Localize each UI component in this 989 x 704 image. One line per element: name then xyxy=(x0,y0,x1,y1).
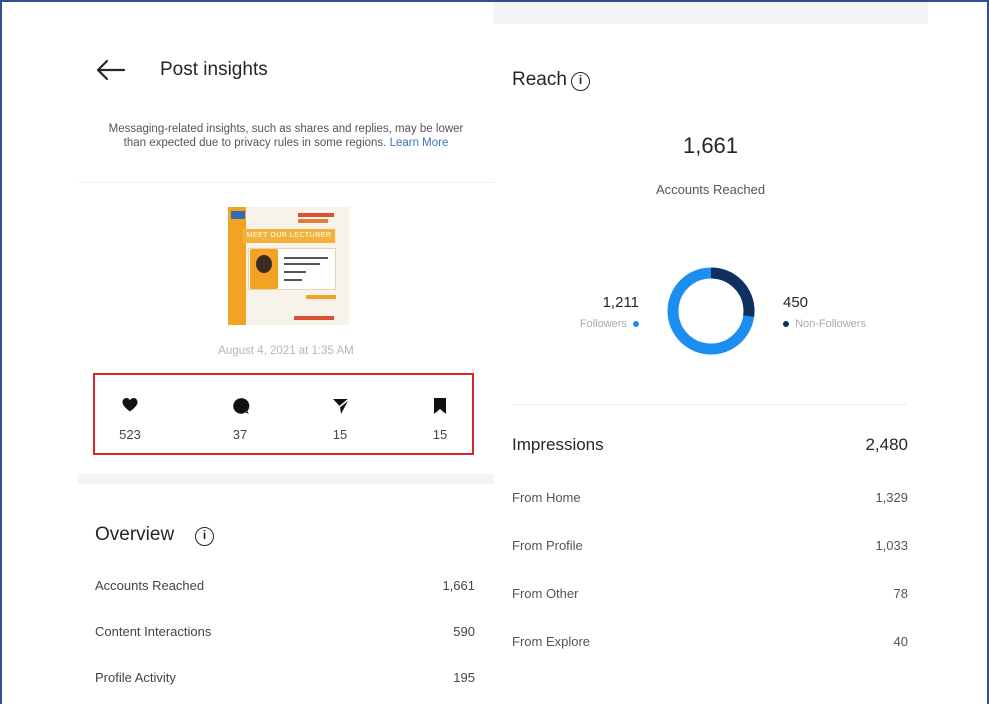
impressions-row[interactable]: From Explore 40 xyxy=(512,634,908,654)
thumbnail-tag xyxy=(294,316,334,320)
thumbnail-line xyxy=(284,279,302,281)
thumbnail-person xyxy=(256,255,272,273)
impressions-row[interactable]: From Home 1,329 xyxy=(512,490,908,510)
thumbnail-line xyxy=(284,257,328,259)
followers-dot xyxy=(633,321,639,328)
engagement-metrics: 523 37 15 15 xyxy=(93,373,474,455)
reach-title: Reach xyxy=(512,69,567,90)
divider xyxy=(78,182,494,183)
thumbnail-line xyxy=(284,263,320,265)
impressions-total: 2,480 xyxy=(865,435,908,454)
overview-row-value: 590 xyxy=(453,624,475,639)
thumbnail-tag xyxy=(298,213,334,217)
overview-row-label: Accounts Reached xyxy=(95,578,205,593)
overview-title: Overview xyxy=(95,524,175,545)
impressions-row-label: From Explore xyxy=(512,634,591,649)
reach-panel: Reach i 1,661 Accounts Reached 1,211 Fol… xyxy=(493,2,933,704)
comment-icon xyxy=(233,398,250,414)
section-separator xyxy=(78,474,494,484)
info-icon[interactable]: i xyxy=(571,72,590,91)
impressions-row[interactable]: From Profile 1,033 xyxy=(512,538,908,558)
impressions-row-label: From Other xyxy=(512,586,579,601)
heart-icon xyxy=(122,398,138,412)
divider xyxy=(512,404,907,405)
share-icon xyxy=(333,398,350,414)
learn-more-link[interactable]: Learn More xyxy=(390,137,449,149)
thumbnail-tag xyxy=(298,219,328,223)
thumbnail-tag xyxy=(306,295,336,299)
likes-count: 523 xyxy=(119,427,141,442)
non-followers-dot xyxy=(783,321,789,328)
thumbnail-logo xyxy=(231,211,245,219)
reach-total-label: Accounts Reached xyxy=(655,182,766,197)
comments-metric[interactable]: 37 xyxy=(205,375,275,453)
back-button[interactable] xyxy=(94,56,126,84)
impressions-row-value: 78 xyxy=(893,586,908,601)
overview-row-label: Content Interactions xyxy=(95,624,212,639)
shares-count: 15 xyxy=(332,427,348,442)
impressions-row[interactable]: From Other 78 xyxy=(512,586,908,606)
impressions-row-value: 1,033 xyxy=(875,538,908,553)
followers-label: Followers xyxy=(579,318,627,330)
impressions-title: Impressions xyxy=(512,435,604,454)
overview-row-value: 1,661 xyxy=(442,578,475,593)
non-followers-legend: Non-Followers xyxy=(783,318,866,330)
thumbnail-band xyxy=(228,207,246,325)
post-thumbnail[interactable]: MEET OUR LECTURER xyxy=(228,207,349,325)
post-insights-panel: Post insights Messaging-related insights… xyxy=(78,2,494,704)
saves-count: 15 xyxy=(432,427,448,442)
reach-total: 1,661 xyxy=(682,133,739,158)
back-arrow-icon xyxy=(96,59,126,81)
top-separator xyxy=(493,2,928,24)
privacy-notice: Messaging-related insights, such as shar… xyxy=(102,122,470,150)
impressions-row-value: 40 xyxy=(893,634,908,649)
non-followers-label: Non-Followers xyxy=(795,318,866,330)
page-title: Post insights xyxy=(160,59,268,80)
overview-row[interactable]: Content Interactions 590 xyxy=(95,624,475,644)
overview-row[interactable]: Accounts Reached 1,661 xyxy=(95,578,475,598)
impressions-row-value: 1,329 xyxy=(875,490,908,505)
followers-legend: Followers xyxy=(553,318,639,330)
likes-metric[interactable]: 523 xyxy=(95,375,165,453)
shares-metric[interactable]: 15 xyxy=(305,375,375,453)
impressions-row-label: From Home xyxy=(512,490,581,505)
thumbnail-line xyxy=(284,271,306,273)
overview-row-label: Profile Activity xyxy=(95,670,176,685)
non-followers-value: 450 xyxy=(783,294,809,311)
thumbnail-header: MEET OUR LECTURER xyxy=(243,229,335,243)
saves-metric[interactable]: 15 xyxy=(405,375,475,453)
post-date: August 4, 2021 at 1:35 AM xyxy=(218,345,354,357)
overview-row[interactable]: Profile Activity 195 xyxy=(95,670,475,690)
followers-value: 1,211 xyxy=(602,294,639,311)
impressions-row-label: From Profile xyxy=(512,538,583,553)
bookmark-icon xyxy=(434,398,446,414)
comments-count: 37 xyxy=(232,427,248,442)
overview-row-value: 195 xyxy=(453,670,475,685)
info-icon[interactable]: i xyxy=(195,527,214,546)
reach-donut-chart xyxy=(667,267,755,355)
